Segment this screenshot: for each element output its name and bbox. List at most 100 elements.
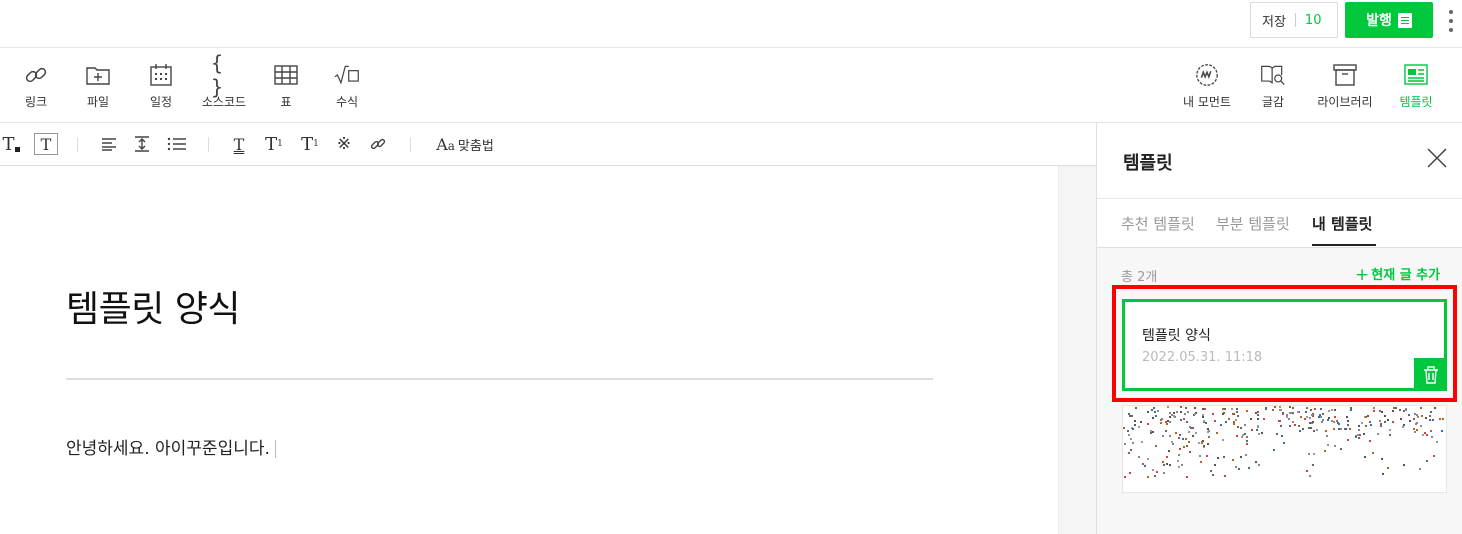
subscript-icon[interactable]: T1 [298, 131, 322, 157]
preview-speck [1372, 406, 1375, 409]
template-button[interactable]: 템플릿 [1386, 48, 1446, 123]
preview-speck [1392, 420, 1395, 423]
body-text[interactable]: 안녕하세요. 아이꾸준입니다. [66, 439, 270, 459]
preview-speck [1153, 475, 1156, 478]
preview-speck [1436, 440, 1439, 443]
preview-speck [1165, 456, 1168, 459]
library-button[interactable]: 라이브러리 [1315, 48, 1375, 123]
background-color-icon[interactable]: T [34, 133, 58, 155]
preview-speck [1296, 410, 1299, 413]
preview-speck [1392, 410, 1395, 412]
preview-speck [1194, 413, 1197, 416]
preview-speck [1333, 428, 1336, 431]
preview-speck [1195, 432, 1198, 435]
font-color-icon[interactable]: T [0, 131, 22, 157]
table-icon [273, 62, 299, 88]
preview-speck [1174, 415, 1177, 418]
preview-speck [1166, 423, 1169, 426]
preview-speck [1179, 410, 1182, 413]
preview-speck [1133, 419, 1136, 422]
preview-speck [1359, 433, 1362, 436]
preview-speck [1422, 433, 1425, 436]
align-left-icon[interactable] [98, 131, 120, 157]
document-body[interactable]: 안녕하세요. 아이꾸준입니다. [66, 434, 276, 459]
insert-schedule-button[interactable]: 일정 [131, 48, 191, 123]
superscript-icon[interactable]: T1 [262, 131, 286, 157]
preview-speck [1228, 418, 1230, 421]
link-icon[interactable] [367, 131, 389, 157]
template-card-preview[interactable] [1122, 405, 1447, 493]
template-icon [1403, 62, 1429, 88]
template-panel-header: 템플릿 [1097, 123, 1462, 199]
material-button[interactable]: 글감 [1243, 48, 1303, 123]
preview-speck [1292, 420, 1295, 423]
preview-speck [1429, 429, 1432, 432]
editor-canvas[interactable]: 템플릿 양식 안녕하세요. 아이꾸준입니다. [0, 166, 1058, 534]
insert-sourcecode-button[interactable]: { } 소스코드 [194, 48, 254, 123]
preview-speck [1245, 436, 1248, 439]
preview-speck [1348, 427, 1351, 430]
template-card-date: 2022.05.31. 11:18 [1142, 350, 1263, 365]
tab-my-templates[interactable]: 내 템플릿 [1312, 213, 1372, 234]
preview-speck [1380, 458, 1383, 461]
close-icon[interactable] [1426, 147, 1448, 169]
preview-speck [1261, 431, 1264, 434]
more-options-icon[interactable] [1444, 8, 1458, 34]
insert-file-button[interactable]: 파일 [68, 48, 128, 123]
insert-file-label: 파일 [86, 95, 110, 109]
preview-speck [1388, 429, 1391, 432]
preview-speck [1324, 450, 1327, 453]
format-toolbar: T T T T1 T1 ※ Aa 맞춤법 [0, 123, 1096, 166]
list-icon[interactable] [165, 131, 189, 157]
strikethrough-icon[interactable]: T [228, 131, 250, 157]
add-current-post-button[interactable]: + 현재 글 추가 [1355, 264, 1440, 285]
preview-speck [1255, 428, 1258, 431]
preview-speck [1294, 423, 1297, 426]
template-card[interactable]: 템플릿 양식 2022.05.31. 11:18 [1122, 299, 1447, 391]
delete-template-button[interactable] [1414, 358, 1447, 391]
preview-speck [1236, 414, 1239, 417]
preview-speck [1355, 435, 1358, 438]
preview-speck [1310, 408, 1313, 411]
preview-speck [1168, 464, 1171, 467]
tab-recommended[interactable]: 추천 템플릿 [1121, 213, 1195, 234]
preview-speck [1149, 429, 1152, 432]
preview-speck [1416, 416, 1419, 419]
preview-speck [1283, 441, 1286, 444]
preview-speck [1381, 472, 1384, 475]
preview-speck [1289, 406, 1292, 409]
insert-link-button[interactable]: 링크 [6, 48, 66, 123]
preview-speck [1413, 431, 1416, 434]
preview-speck [1127, 433, 1130, 436]
active-tab-indicator [1312, 244, 1376, 246]
document-title[interactable]: 템플릿 양식 [66, 280, 241, 332]
preview-speck [1288, 412, 1291, 415]
special-character-icon[interactable]: ※ [333, 131, 355, 157]
preview-speck [1319, 407, 1322, 410]
preview-speck [1426, 460, 1429, 463]
spellcheck-button[interactable]: Aa 맞춤법 [428, 131, 502, 157]
preview-speck [1308, 453, 1311, 456]
preview-speck [1308, 417, 1311, 420]
preview-speck [1272, 449, 1275, 452]
preview-speck [1442, 418, 1445, 421]
preview-speck [1131, 441, 1134, 444]
preview-speck [1243, 423, 1246, 426]
preview-speck [1137, 455, 1140, 458]
save-button[interactable]: 저장 10 [1250, 2, 1338, 38]
preview-speck [1241, 434, 1244, 437]
preview-speck [1133, 424, 1136, 427]
insert-formula-button[interactable]: 수식 [317, 48, 377, 123]
preview-speck [1152, 406, 1155, 409]
preview-speck [1321, 420, 1324, 423]
preview-speck [1237, 467, 1240, 470]
tab-partial[interactable]: 부분 템플릿 [1216, 213, 1290, 234]
line-height-icon[interactable] [131, 131, 153, 157]
preview-speck [1346, 419, 1349, 422]
my-moment-button[interactable]: 내 모먼트 [1177, 48, 1237, 123]
insert-table-button[interactable]: 표 [256, 48, 316, 123]
save-count[interactable]: 10 [1305, 13, 1322, 28]
publish-button[interactable]: 발행 [1345, 2, 1433, 38]
preview-speck [1394, 406, 1397, 409]
preview-speck [1318, 413, 1321, 416]
